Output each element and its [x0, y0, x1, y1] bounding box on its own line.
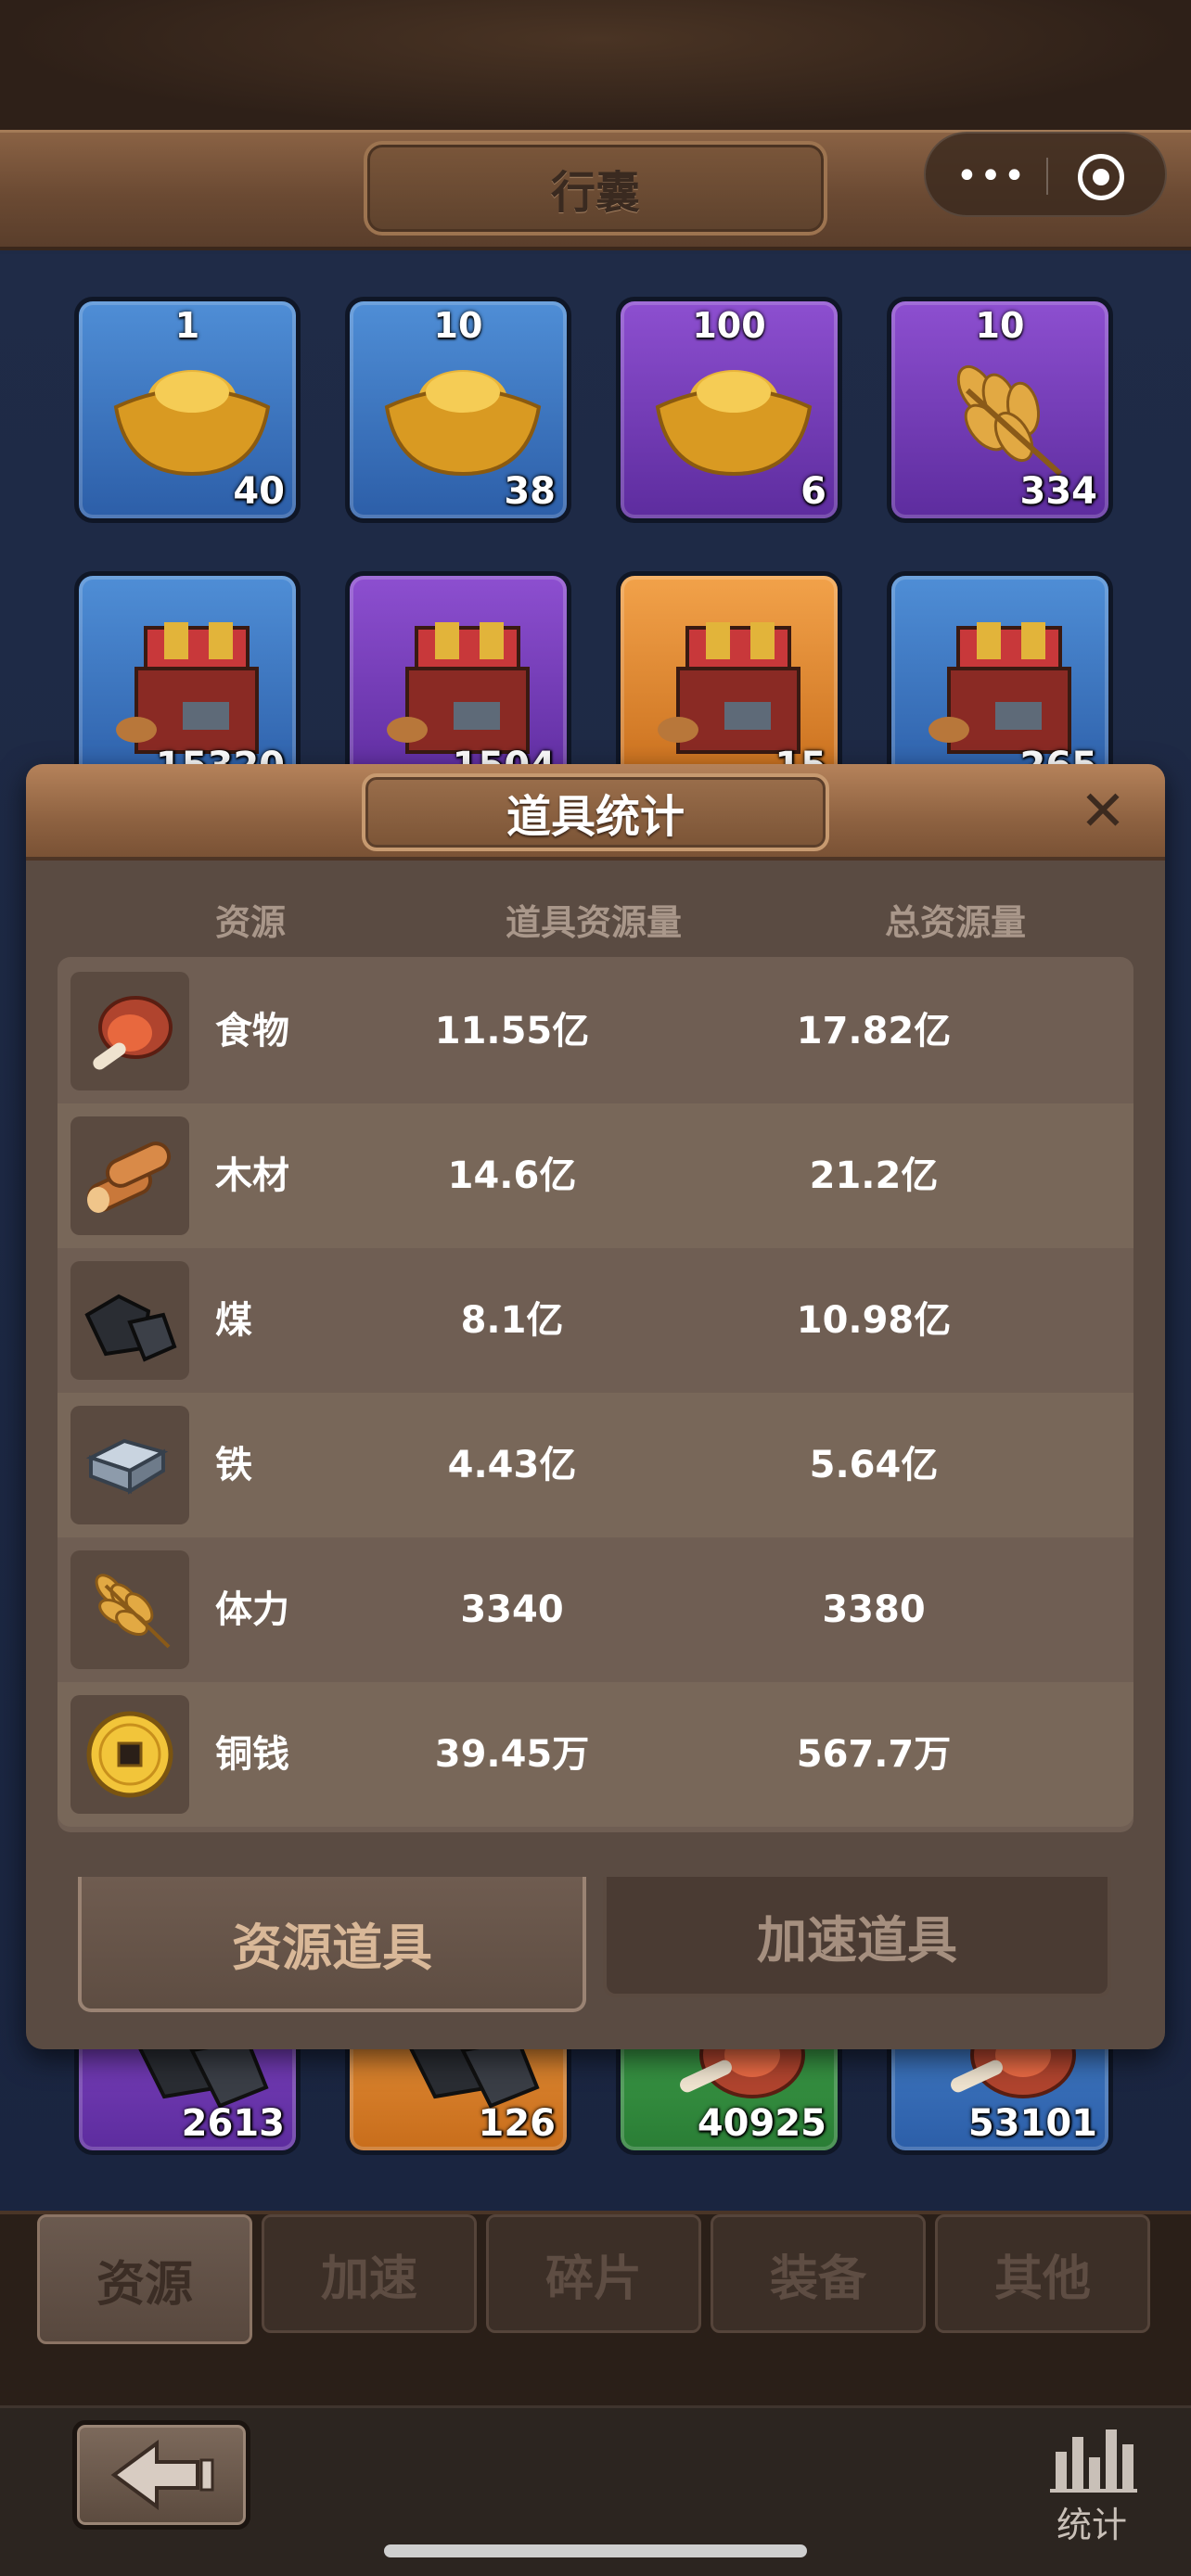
column-header-total-amount: 总资源量 — [884, 902, 1026, 943]
iron-icon — [70, 1406, 189, 1524]
total-amount: 5.64亿 — [809, 1444, 939, 1486]
item-count: 53101 — [967, 2102, 1097, 2145]
coin-icon — [70, 1695, 189, 1814]
close-miniprogram-icon[interactable] — [1078, 154, 1124, 200]
gold-ingot-icon — [113, 370, 271, 477]
item-count: 6 — [800, 470, 826, 513]
tab-resources[interactable]: 资源 — [37, 2214, 252, 2344]
total-amount: 10.98亿 — [796, 1299, 952, 1342]
item-tile[interactable]: 10 38 — [345, 297, 571, 523]
stats-label: 统计 — [1056, 2505, 1127, 2545]
resource-name: 铁 — [215, 1444, 252, 1486]
item-count: 2613 — [181, 2102, 285, 2145]
column-header-item-amount: 道具资源量 — [505, 902, 682, 943]
meat-icon — [70, 972, 189, 1090]
bar-chart-icon — [1050, 2429, 1137, 2493]
tab-resource-items[interactable]: 资源道具 — [78, 1877, 586, 2012]
table-row: 铁 4.43亿 5.64亿 — [58, 1393, 1133, 1537]
item-amount: 11.55亿 — [434, 1010, 590, 1052]
item-amount: 3340 — [460, 1588, 564, 1631]
item-count: 40925 — [697, 2102, 826, 2145]
item-denomination: 10 — [975, 305, 1025, 346]
item-amount: 4.43亿 — [447, 1444, 577, 1486]
gold-ingot-icon — [384, 370, 542, 477]
mini-program-capsule: ••• — [924, 132, 1167, 217]
wood-icon — [70, 1116, 189, 1235]
coal-icon — [70, 1261, 189, 1380]
item-tile[interactable]: 10 334 — [887, 297, 1113, 523]
more-button[interactable]: ••• — [956, 155, 1026, 198]
home-indicator[interactable] — [384, 2544, 807, 2557]
wheat-icon — [956, 364, 1063, 477]
item-amount: 8.1亿 — [460, 1299, 564, 1342]
item-amount: 14.6亿 — [447, 1154, 577, 1197]
back-button[interactable] — [72, 2420, 250, 2530]
capsule-divider — [1046, 158, 1048, 195]
resource-name: 煤 — [215, 1299, 252, 1342]
table-row: 煤 8.1亿 10.98亿 — [58, 1248, 1133, 1393]
tab-other[interactable]: 其他 — [935, 2214, 1150, 2333]
table-row: 木材 14.6亿 21.2亿 — [58, 1103, 1133, 1248]
tab-speedup[interactable]: 加速 — [262, 2214, 477, 2333]
item-amount: 39.45万 — [434, 1733, 590, 1776]
resource-name: 铜钱 — [215, 1733, 289, 1776]
item-denomination: 100 — [692, 305, 766, 346]
resource-chest-icon — [116, 622, 259, 754]
stats-button[interactable]: 统计 — [1043, 2420, 1141, 2545]
item-tile[interactable]: 100 6 — [616, 297, 842, 523]
gold-ingot-icon — [655, 370, 813, 477]
item-count: 38 — [504, 470, 556, 513]
total-amount: 567.7万 — [796, 1733, 952, 1776]
item-count: 126 — [478, 2102, 557, 2145]
column-header-resource: 资源 — [214, 902, 286, 943]
page-title: 行囊 — [364, 141, 827, 236]
total-amount: 17.82亿 — [796, 1010, 952, 1052]
item-count: 40 — [233, 470, 285, 513]
top-background — [0, 0, 1191, 130]
table-row: 食物 11.55亿 17.82亿 — [58, 959, 1133, 1103]
back-arrow-icon — [110, 2440, 214, 2510]
wheat-icon — [70, 1550, 189, 1669]
resource-chest-icon — [387, 622, 530, 754]
tab-equipment[interactable]: 装备 — [711, 2214, 926, 2333]
item-denomination: 10 — [433, 305, 483, 346]
item-denomination: 1 — [174, 305, 200, 346]
item-tile[interactable]: 1 40 — [74, 297, 301, 523]
resource-name: 体力 — [215, 1588, 289, 1631]
tab-fragments[interactable]: 碎片 — [486, 2214, 701, 2333]
total-amount: 21.2亿 — [809, 1154, 939, 1197]
table-row: 铜钱 39.45万 567.7万 — [58, 1682, 1133, 1827]
resource-name: 食物 — [215, 1010, 289, 1052]
modal-title: 道具统计 — [362, 773, 829, 851]
tab-speedup-items[interactable]: 加速道具 — [603, 1877, 1111, 1997]
resource-name: 木材 — [215, 1154, 289, 1197]
total-amount: 3380 — [822, 1588, 926, 1631]
close-icon[interactable]: ✕ — [1070, 779, 1135, 844]
table-row: 体力 3340 3380 — [58, 1537, 1133, 1682]
resource-chest-icon — [658, 622, 800, 754]
resource-chest-icon — [928, 622, 1071, 754]
item-count: 334 — [1019, 470, 1098, 513]
